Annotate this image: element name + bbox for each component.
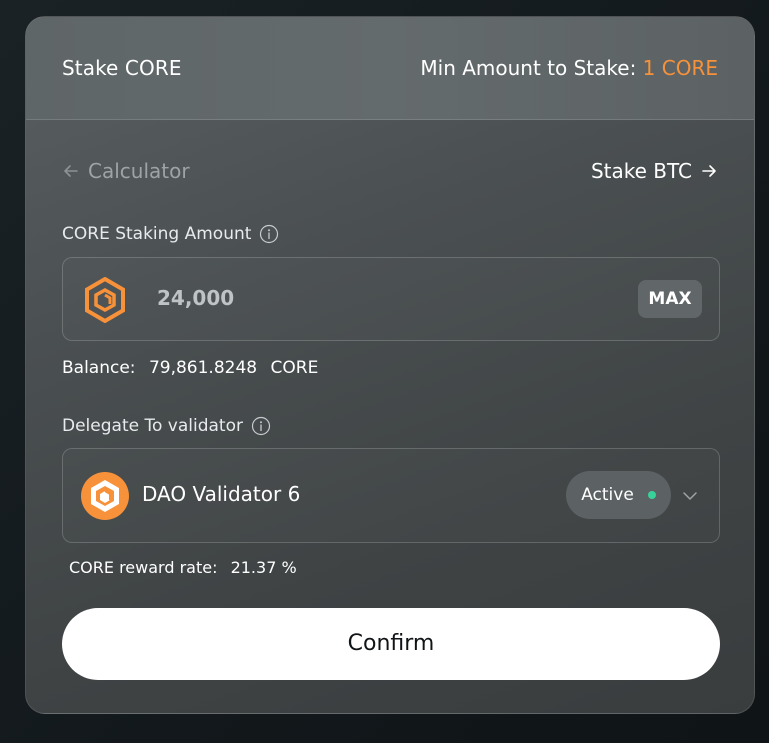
min-amount-value: 1 CORE <box>642 56 718 80</box>
status-label: Active <box>581 485 634 505</box>
validator-name: DAO Validator 6 <box>142 482 301 506</box>
core-token-icon <box>82 276 128 327</box>
status-badge: Active <box>566 471 671 519</box>
delegate-label-row: Delegate To validator <box>62 416 271 436</box>
staking-amount-input[interactable]: 24,000 MAX <box>62 257 720 341</box>
calculator-back-link[interactable]: Calculator <box>62 159 190 183</box>
min-amount-label: Min Amount to Stake: <box>420 56 643 80</box>
balance-unit: CORE <box>270 358 319 378</box>
min-amount-info: Min Amount to Stake: 1 CORE <box>420 56 718 80</box>
card-header: Stake CORE Min Amount to Stake: 1 CORE <box>26 17 754 120</box>
chevron-down-icon[interactable] <box>681 487 699 505</box>
reward-rate-label: CORE reward rate: <box>69 558 218 577</box>
max-button[interactable]: MAX <box>638 280 702 318</box>
staking-amount-label: CORE Staking Amount <box>62 224 252 244</box>
stake-btc-label: Stake BTC <box>590 159 692 183</box>
balance-row: Balance: 79,861.8248 CORE <box>62 358 326 378</box>
info-icon[interactable] <box>259 224 279 244</box>
arrow-left-icon <box>64 165 78 177</box>
page-title: Stake CORE <box>62 56 182 80</box>
validator-select[interactable]: DAO Validator 6 Active <box>62 448 720 543</box>
info-icon[interactable] <box>251 416 271 436</box>
confirm-button[interactable]: Confirm <box>62 608 720 680</box>
reward-rate-row: CORE reward rate: 21.37 % <box>69 558 297 577</box>
validator-logo-icon <box>81 472 129 524</box>
status-dot-icon <box>647 491 656 499</box>
calculator-label: Calculator <box>88 159 190 183</box>
balance-label: Balance: <box>62 358 136 378</box>
reward-rate-value: 21.37 % <box>230 558 297 577</box>
delegate-label: Delegate To validator <box>62 416 243 436</box>
stake-btc-link[interactable]: Stake BTC <box>591 159 718 183</box>
balance-value: 79,861.8248 <box>148 358 258 378</box>
arrow-right-icon <box>702 165 716 177</box>
stake-card: Stake CORE Min Amount to Stake: 1 CORE C… <box>25 16 755 714</box>
staking-amount-value[interactable]: 24,000 <box>157 286 234 310</box>
nav-row: Calculator Stake BTC <box>62 159 718 187</box>
staking-amount-label-row: CORE Staking Amount <box>62 224 279 244</box>
